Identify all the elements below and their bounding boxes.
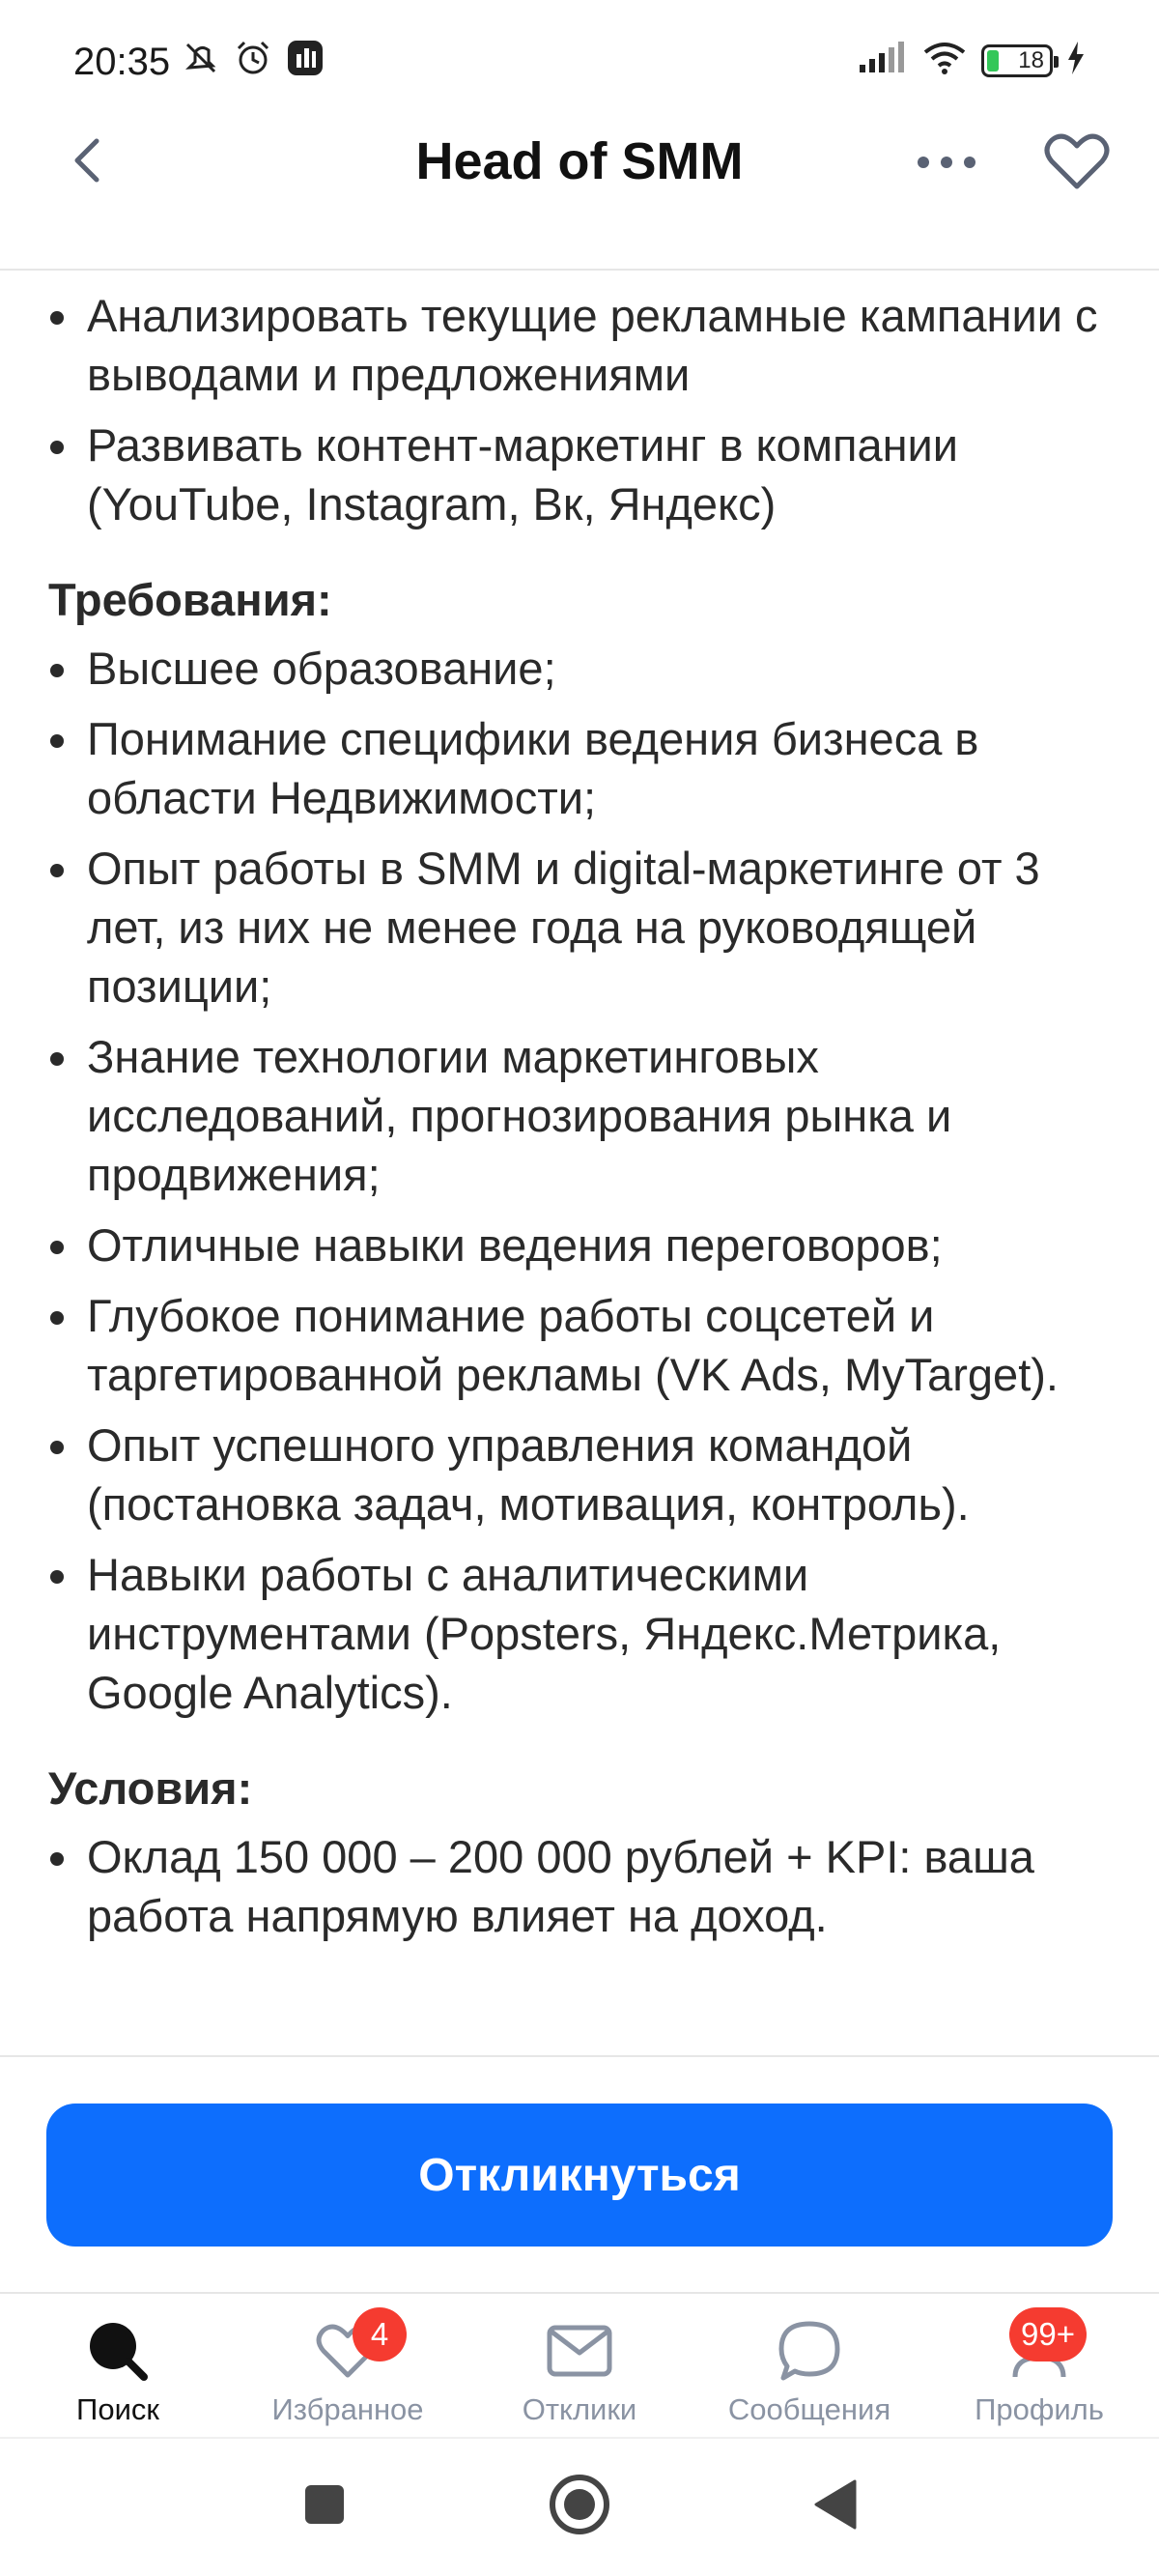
requirements-list: Высшее образование; Понимание специфики … xyxy=(0,639,1159,1722)
profile-icon: 99+ xyxy=(1009,2307,1087,2385)
list-item: Развивать контент-маркетинг в компании (… xyxy=(0,415,1159,533)
system-nav-bar xyxy=(0,2437,1159,2576)
status-time: 20:35 xyxy=(73,41,171,83)
home-button[interactable] xyxy=(541,2468,618,2545)
nav-item-profile[interactable]: 99+ Профиль xyxy=(923,2294,1155,2439)
nav-label: Отклики xyxy=(522,2392,637,2426)
list-item: Знание технологии маркетинговых исследов… xyxy=(0,1027,1159,1204)
intro-list: Анализировать текущие рекламные кампании… xyxy=(0,286,1159,533)
list-item: Опыт работы в SMM и digital-маркетинге о… xyxy=(0,839,1159,1016)
profile-badge: 99+ xyxy=(1009,2307,1087,2361)
conditions-list: Оклад 150 000 – 200 000 рублей + KPI: ва… xyxy=(0,1827,1159,1945)
battery-level: 18 xyxy=(1018,46,1044,73)
list-item: Понимание специфики ведения бизнеса в об… xyxy=(0,709,1159,827)
list-item: Высшее образование; xyxy=(0,639,1159,698)
favorites-badge: 4 xyxy=(353,2307,407,2361)
mail-icon xyxy=(546,2317,613,2385)
app-icon xyxy=(286,39,325,82)
list-item: Опыт успешного управления командой (пост… xyxy=(0,1416,1159,1533)
nav-label: Избранное xyxy=(271,2392,424,2426)
recents-button[interactable] xyxy=(286,2468,363,2545)
nav-item-search[interactable]: Поиск xyxy=(2,2294,234,2439)
chat-icon xyxy=(777,2317,841,2385)
more-dots-icon xyxy=(917,156,976,174)
triangle-back-icon xyxy=(812,2479,857,2534)
app-header: Head of SMM xyxy=(0,106,1159,271)
vacancy-description: Анализировать текущие рекламные кампании… xyxy=(0,272,1159,2055)
conditions-title: Условия: xyxy=(48,1762,253,1814)
search-icon xyxy=(86,2317,150,2385)
list-item: Оклад 150 000 – 200 000 рублей + KPI: ва… xyxy=(0,1827,1159,1945)
charging-icon xyxy=(1066,42,1086,79)
list-item: Отличные навыки ведения переговоров; xyxy=(0,1216,1159,1274)
battery-icon: 18 xyxy=(981,43,1059,77)
respond-button[interactable]: Откликнуться xyxy=(46,2104,1113,2247)
nav-label: Сообщения xyxy=(727,2392,891,2426)
list-item: Навыки работы с аналитическими инструмен… xyxy=(0,1545,1159,1722)
heart-icon xyxy=(1044,132,1110,195)
page-title: Head of SMM xyxy=(415,132,744,190)
bottom-nav: Поиск 4 Избранное Отклики Сообщения 99+ … xyxy=(0,2292,1159,2437)
back-system-button[interactable] xyxy=(796,2468,873,2545)
alarm-icon xyxy=(234,39,272,82)
nav-item-messages[interactable]: Сообщения xyxy=(693,2294,925,2439)
square-icon xyxy=(303,2483,346,2531)
list-item: Анализировать текущие рекламные кампании… xyxy=(0,286,1159,404)
nav-label: Поиск xyxy=(76,2392,159,2426)
more-button[interactable] xyxy=(908,135,985,193)
wifi-icon xyxy=(921,41,968,80)
signal-icon xyxy=(858,42,908,79)
nav-item-favorites[interactable]: 4 Избранное xyxy=(232,2294,464,2439)
circle-icon xyxy=(549,2474,610,2540)
nav-label: Профиль xyxy=(975,2392,1104,2426)
favorite-button[interactable] xyxy=(1038,129,1116,197)
mute-icon xyxy=(182,39,220,82)
nav-item-responses[interactable]: Отклики xyxy=(464,2294,695,2439)
requirements-title: Требования: xyxy=(48,574,332,625)
list-item: Глубокое понимание работы соцсетей и тар… xyxy=(0,1286,1159,1404)
heart-icon: 4 xyxy=(316,2307,407,2385)
respond-bar: Откликнуться xyxy=(0,2055,1159,2292)
